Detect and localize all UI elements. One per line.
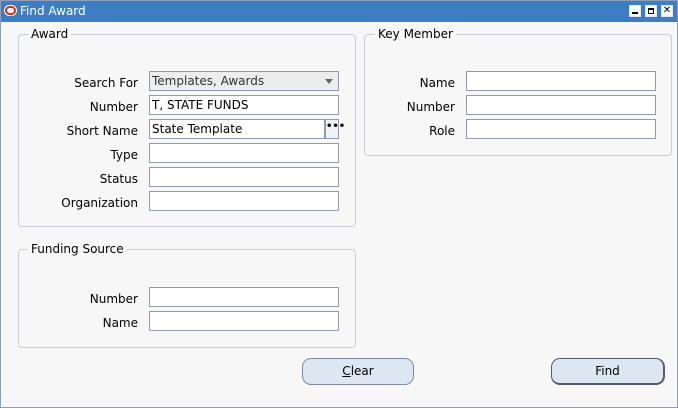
short-name-field[interactable]: State Template xyxy=(149,119,325,139)
status-label: Status xyxy=(99,172,138,186)
minimize-icon[interactable] xyxy=(629,5,641,17)
key-member-role-label: Role xyxy=(429,124,455,138)
key-member-number-label: Number xyxy=(406,100,455,114)
key-member-role-field[interactable] xyxy=(466,119,656,139)
funding-source-legend: Funding Source xyxy=(28,242,127,256)
status-field[interactable] xyxy=(149,167,339,187)
short-name-label: Short Name xyxy=(66,124,138,138)
search-for-select[interactable]: Templates, Awards xyxy=(149,71,339,91)
title-bar[interactable]: Find Award xyxy=(1,1,677,22)
funding-source-number-label: Number xyxy=(89,292,138,306)
clear-button-label: lear xyxy=(350,364,374,378)
organization-label: Organization xyxy=(61,196,138,210)
funding-source-name-label: Name xyxy=(102,316,138,330)
key-member-legend: Key Member xyxy=(375,27,456,41)
clear-button[interactable]: Clear xyxy=(302,358,414,385)
list-of-values-icon[interactable]: ••• xyxy=(325,119,345,139)
funding-source-number-field[interactable] xyxy=(149,287,339,307)
clear-button-mnemonic: C xyxy=(342,364,351,378)
funding-source-name-field[interactable] xyxy=(149,311,339,331)
key-member-number-field[interactable] xyxy=(466,95,656,115)
award-legend: Award xyxy=(28,27,72,41)
key-member-name-field[interactable] xyxy=(466,71,656,91)
award-number-field[interactable]: T, STATE FUNDS xyxy=(149,95,339,115)
type-field[interactable] xyxy=(149,143,339,163)
find-award-window: Find Award Award Search For Templates, A… xyxy=(0,0,678,408)
search-for-value: Templates, Awards xyxy=(152,74,265,88)
key-member-name-label: Name xyxy=(419,76,455,90)
organization-field[interactable] xyxy=(149,191,339,211)
search-for-label: Search For xyxy=(74,76,138,90)
type-label: Type xyxy=(110,148,138,162)
close-icon[interactable] xyxy=(661,4,673,18)
chevron-down-icon[interactable] xyxy=(325,79,333,84)
award-number-label: Number xyxy=(89,100,138,114)
maximize-icon[interactable] xyxy=(645,5,657,17)
find-button[interactable]: Find xyxy=(551,358,665,385)
oracle-logo-icon xyxy=(4,5,17,16)
window-title: Find Award xyxy=(20,4,86,18)
